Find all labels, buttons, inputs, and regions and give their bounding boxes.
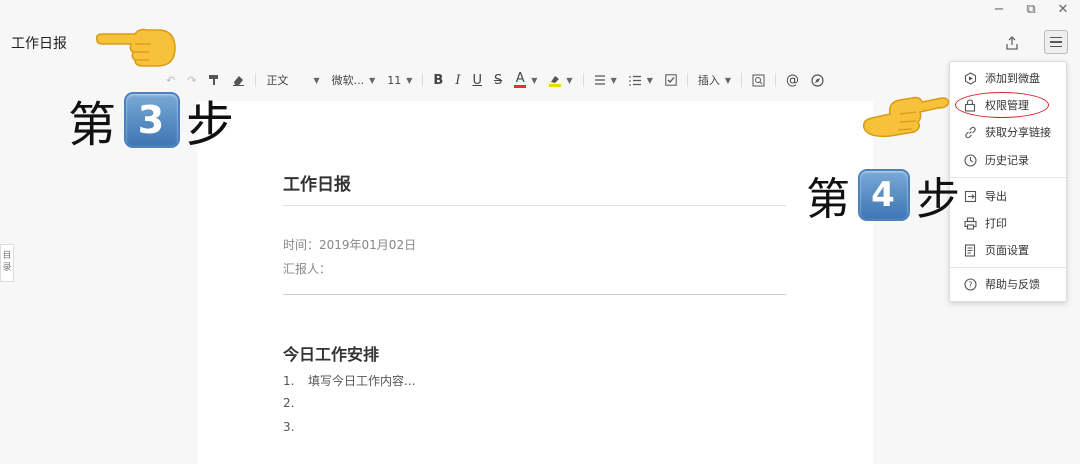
more-menu-button[interactable] — [1044, 30, 1068, 54]
step-3-annotation: 第 3 步 — [68, 85, 236, 155]
chevron-down-icon: ▼ — [369, 75, 376, 85]
numbered-list-icon — [629, 75, 641, 86]
reporter-line: 汇报人： — [283, 262, 332, 276]
font-size-value: 11 — [387, 73, 402, 87]
page-icon — [963, 243, 977, 257]
toc-toggle-tab[interactable]: 目录 — [0, 244, 14, 282]
divider — [283, 205, 786, 206]
minimize-button[interactable]: − — [992, 2, 1006, 17]
mention-icon[interactable]: @ — [780, 68, 805, 92]
divider — [283, 294, 786, 295]
menu-item-history[interactable]: 历史记录 — [950, 148, 1066, 172]
compass-icon[interactable] — [805, 68, 830, 92]
find-replace-icon[interactable] — [746, 68, 771, 92]
paragraph-style-value: 正文 — [266, 74, 289, 87]
document-title-tab: 工作日报 — [11, 36, 67, 52]
link-icon — [963, 125, 977, 139]
pointing-hand-step4-icon — [860, 84, 950, 144]
menu-item-share-link[interactable]: 获取分享链接 — [950, 120, 1066, 144]
checklist-icon[interactable] — [659, 68, 683, 92]
menu-item-export[interactable]: 导出 — [950, 184, 1066, 208]
export-icon — [963, 189, 977, 203]
pointing-hand-step3-icon — [95, 22, 179, 74]
toolbar-divider — [582, 73, 584, 87]
menu-item-add-to-drive[interactable]: 添加到微盘 — [950, 66, 1066, 90]
step-number-badge: 4 — [858, 169, 910, 221]
chevron-down-icon: ▼ — [531, 75, 538, 85]
chevron-down-icon: ▼ — [724, 75, 732, 85]
list-item: 2. — [283, 396, 295, 410]
clock-icon — [963, 153, 977, 167]
chevron-down-icon: ▼ — [566, 75, 573, 85]
font-family-value: 微软... — [331, 74, 365, 87]
strikethrough-button[interactable]: S — [488, 68, 508, 92]
section-heading: 今日工作安排 — [283, 345, 380, 364]
printer-icon — [963, 216, 977, 230]
chevron-down-icon: ▼ — [406, 75, 413, 85]
menu-divider — [950, 267, 1066, 268]
step-number-badge: 3 — [124, 92, 181, 148]
highlighter-icon — [551, 75, 560, 83]
bold-button[interactable]: B — [427, 68, 449, 92]
font-color-dropdown[interactable]: A ▼ — [508, 68, 543, 92]
font-size-dropdown[interactable]: 11 ▼ — [381, 68, 418, 92]
align-icon — [594, 75, 605, 85]
chevron-down-icon: ▼ — [313, 75, 320, 85]
help-icon: ? — [963, 277, 977, 291]
cube-icon — [963, 71, 977, 85]
step-4-annotation: 第 4 步 — [806, 163, 962, 227]
menu-item-print[interactable]: 打印 — [950, 211, 1066, 235]
highlight-ring — [955, 92, 1049, 118]
time-line: 时间：2019年01月02日 — [283, 238, 417, 252]
paragraph-style-dropdown[interactable]: 正文 ▼ — [260, 68, 325, 92]
close-button[interactable]: ✕ — [1056, 2, 1070, 17]
chevron-down-icon: ▼ — [646, 75, 653, 85]
chevron-down-icon: ▼ — [610, 75, 617, 85]
highlight-color-dropdown[interactable]: ▼ — [543, 68, 578, 92]
underline-button[interactable]: U — [466, 68, 488, 92]
highlight-color-swatch — [549, 83, 562, 87]
svg-text:?: ? — [968, 280, 972, 289]
format-toolbar: ↶ ↷ 正文 ▼ 微软... ▼ 11 ▼ B I U S A ▼ ▼ ▼ ▼ … — [160, 68, 830, 92]
toolbar-divider — [741, 73, 743, 87]
toolbar-divider — [686, 73, 688, 87]
document-heading: 工作日报 — [283, 175, 351, 195]
share-icon[interactable] — [1001, 32, 1023, 54]
list-item: 3. — [283, 420, 295, 434]
menu-item-page-setup[interactable]: 页面设置 — [950, 238, 1066, 262]
menu-divider — [950, 177, 1066, 178]
menu-item-help[interactable]: ? 帮助与反馈 — [950, 272, 1066, 296]
list-dropdown[interactable]: ▼ — [623, 68, 659, 92]
italic-button[interactable]: I — [449, 68, 466, 92]
font-color-swatch — [514, 84, 527, 88]
font-color-label: A — [515, 70, 525, 86]
window-controls: − ⧉ ✕ — [992, 2, 1070, 17]
list-item: 1. 填写今日工作内容... — [283, 374, 416, 388]
insert-dropdown[interactable]: 插入 ▼ — [692, 68, 737, 92]
insert-label: 插入 — [697, 74, 720, 87]
font-family-dropdown[interactable]: 微软... ▼ — [326, 68, 382, 92]
toolbar-divider — [422, 73, 424, 87]
align-dropdown[interactable]: ▼ — [588, 68, 623, 92]
toolbar-divider — [255, 73, 257, 87]
toolbar-divider — [775, 73, 777, 87]
restore-button[interactable]: ⧉ — [1024, 2, 1038, 17]
